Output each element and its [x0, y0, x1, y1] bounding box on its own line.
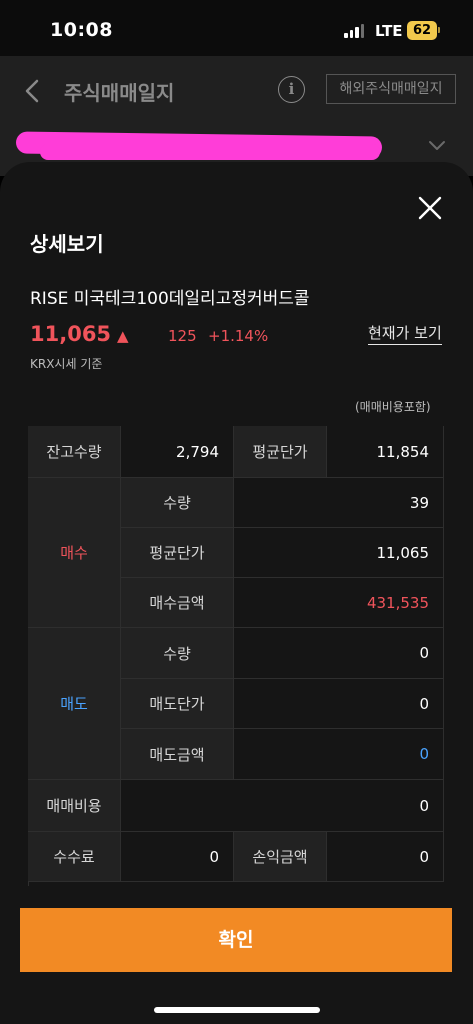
up-arrow-icon: ▲	[117, 327, 129, 345]
sell-price-value: 0	[234, 679, 444, 729]
buy-qty-value: 39	[234, 478, 444, 528]
buy-qty-label: 수량	[121, 478, 234, 528]
home-indicator	[154, 1007, 320, 1013]
close-icon[interactable]	[416, 194, 444, 222]
price-change-percent: +1.14%	[208, 327, 269, 345]
fee-note: (매매비용포함)	[355, 400, 431, 414]
price-change: 125	[168, 327, 197, 345]
trade-cost-value: 0	[121, 780, 444, 832]
stock-name: RISE 미국테크100데일리고정커버드콜	[30, 289, 310, 309]
sell-price-label: 매도단가	[121, 679, 234, 729]
page-title: 주식매매일지	[64, 81, 175, 105]
back-arrow-icon[interactable]	[20, 76, 46, 106]
sell-amount-value: 0	[234, 729, 444, 780]
avg-price-value: 11,854	[327, 426, 444, 478]
chevron-down-icon[interactable]	[428, 138, 446, 152]
sell-group-label: 매도	[28, 628, 121, 780]
status-time: 10:08	[50, 19, 113, 41]
price-row: 11,065 ▲	[30, 322, 129, 346]
commission-value: 0	[121, 832, 234, 882]
trade-detail-table: 잔고수량 2,794 평균단가 11,854 매수 수량 39 평균단가 11,…	[28, 426, 444, 886]
network-type: LTE	[375, 22, 403, 40]
sell-qty-label: 수량	[121, 628, 234, 679]
status-bar: 10:08 LTE 62	[0, 0, 473, 56]
buy-amount-value: 431,535	[234, 578, 444, 628]
trade-cost-label: 매매비용	[28, 780, 121, 832]
commission-label: 수수료	[28, 832, 121, 882]
holding-qty-value: 2,794	[121, 426, 234, 478]
pnl-label: 손익금액	[234, 832, 327, 882]
buy-group-label: 매수	[28, 478, 121, 628]
buy-avg-label: 평균단가	[121, 528, 234, 578]
holding-qty-label: 잔고수량	[28, 426, 121, 478]
confirm-button[interactable]: 확인	[20, 908, 452, 972]
signal-icon	[344, 24, 364, 38]
price-basis: KRX시세 기준	[30, 357, 103, 371]
pnl-value: 0	[327, 832, 444, 882]
buy-avg-value: 11,065	[234, 528, 444, 578]
battery-tip	[438, 27, 440, 33]
overseas-journal-button[interactable]: 해외주식매매일지	[326, 74, 456, 104]
info-circle-icon[interactable]: i	[278, 76, 305, 103]
current-price: 11,065	[30, 322, 112, 346]
battery-icon: 62	[407, 21, 437, 40]
app-header: 주식매매일지 i 해외주식매매일지	[0, 56, 473, 126]
sell-amount-label: 매도금액	[121, 729, 234, 780]
sheet-title: 상세보기	[30, 232, 104, 256]
current-price-link[interactable]: 현재가 보기	[368, 322, 442, 345]
detail-sheet: 상세보기 RISE 미국테크100데일리고정커버드콜 11,065 ▲ 125 …	[0, 162, 473, 1024]
sell-qty-value: 0	[234, 628, 444, 679]
avg-price-label: 평균단가	[234, 426, 327, 478]
redaction-mark	[40, 144, 380, 160]
buy-amount-label: 매수금액	[121, 578, 234, 628]
